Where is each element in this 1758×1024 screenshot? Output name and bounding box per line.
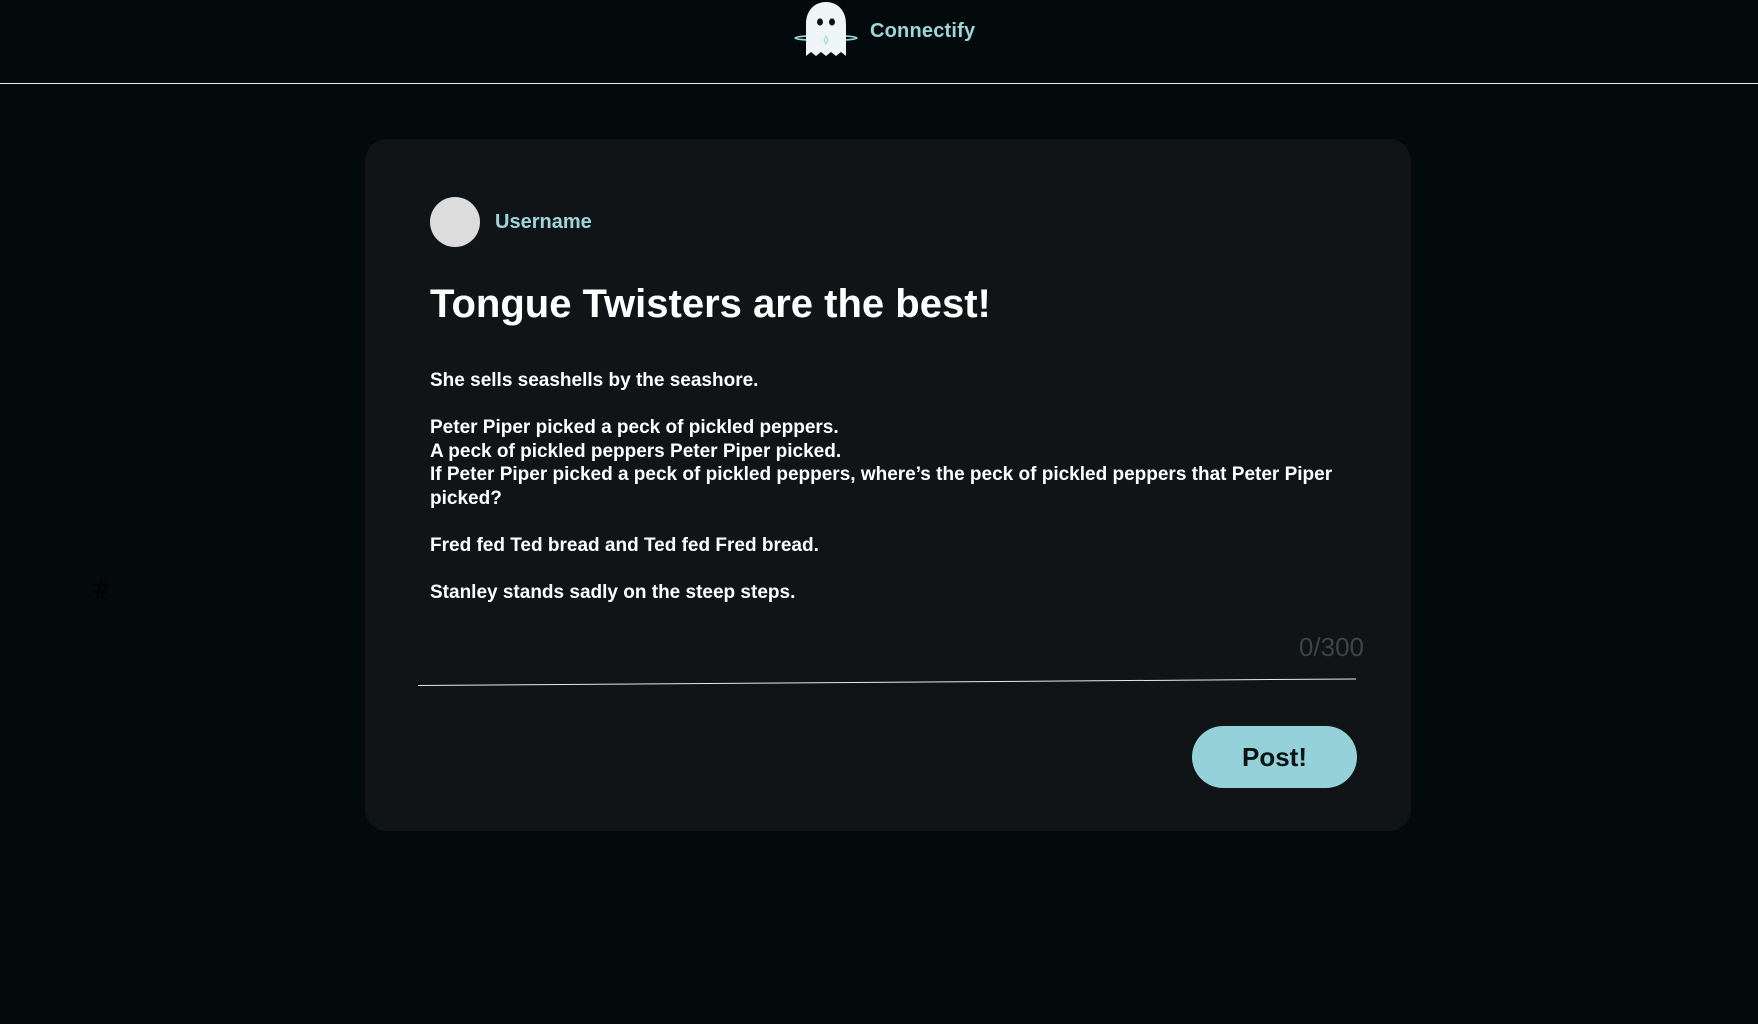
post-paragraph: Fred fed Ted bread and Ted fed Fred brea…: [430, 534, 1350, 558]
post-line: A peck of pickled peppers Peter Piper pi…: [430, 440, 842, 462]
app-root: Connectify # Username Tongue Twisters ar…: [0, 0, 1758, 1024]
hash-icon: #: [94, 575, 110, 605]
post-line: Stanley stands sadly on the steep steps.: [430, 581, 796, 603]
post-body-textarea[interactable]: She sells seashells by the seashore. Pet…: [430, 369, 1350, 628]
post-title[interactable]: Tongue Twisters are the best!: [430, 281, 991, 327]
post-paragraph: Peter Piper picked a peck of pickled pep…: [430, 416, 1350, 510]
post-line: Peter Piper picked a peck of pickled pep…: [430, 417, 839, 438]
post-paragraph: She sells seashells by the seashore.: [430, 369, 1350, 393]
brand-name: Connectify: [870, 19, 976, 42]
post-composer-card: Username Tongue Twisters are the best! S…: [365, 139, 1411, 831]
post-line: Fred fed Ted bread and Ted fed Fred brea…: [430, 534, 819, 556]
post-button[interactable]: Post!: [1192, 726, 1357, 788]
ghost-icon: [793, 0, 859, 62]
character-counter: 0/300: [1298, 632, 1364, 662]
post-author: Username: [430, 197, 592, 247]
post-line: She sells seashells by the seashore.: [430, 370, 759, 391]
divider: [417, 678, 1356, 686]
avatar[interactable]: [430, 197, 480, 247]
username[interactable]: Username: [495, 211, 592, 234]
post-line: If Peter Piper picked a peck of pickled …: [430, 464, 1333, 509]
post-paragraph: Stanley stands sadly on the steep steps.: [430, 581, 1350, 605]
brand[interactable]: Connectify: [793, 0, 975, 62]
top-bar: Connectify: [0, 0, 1758, 84]
